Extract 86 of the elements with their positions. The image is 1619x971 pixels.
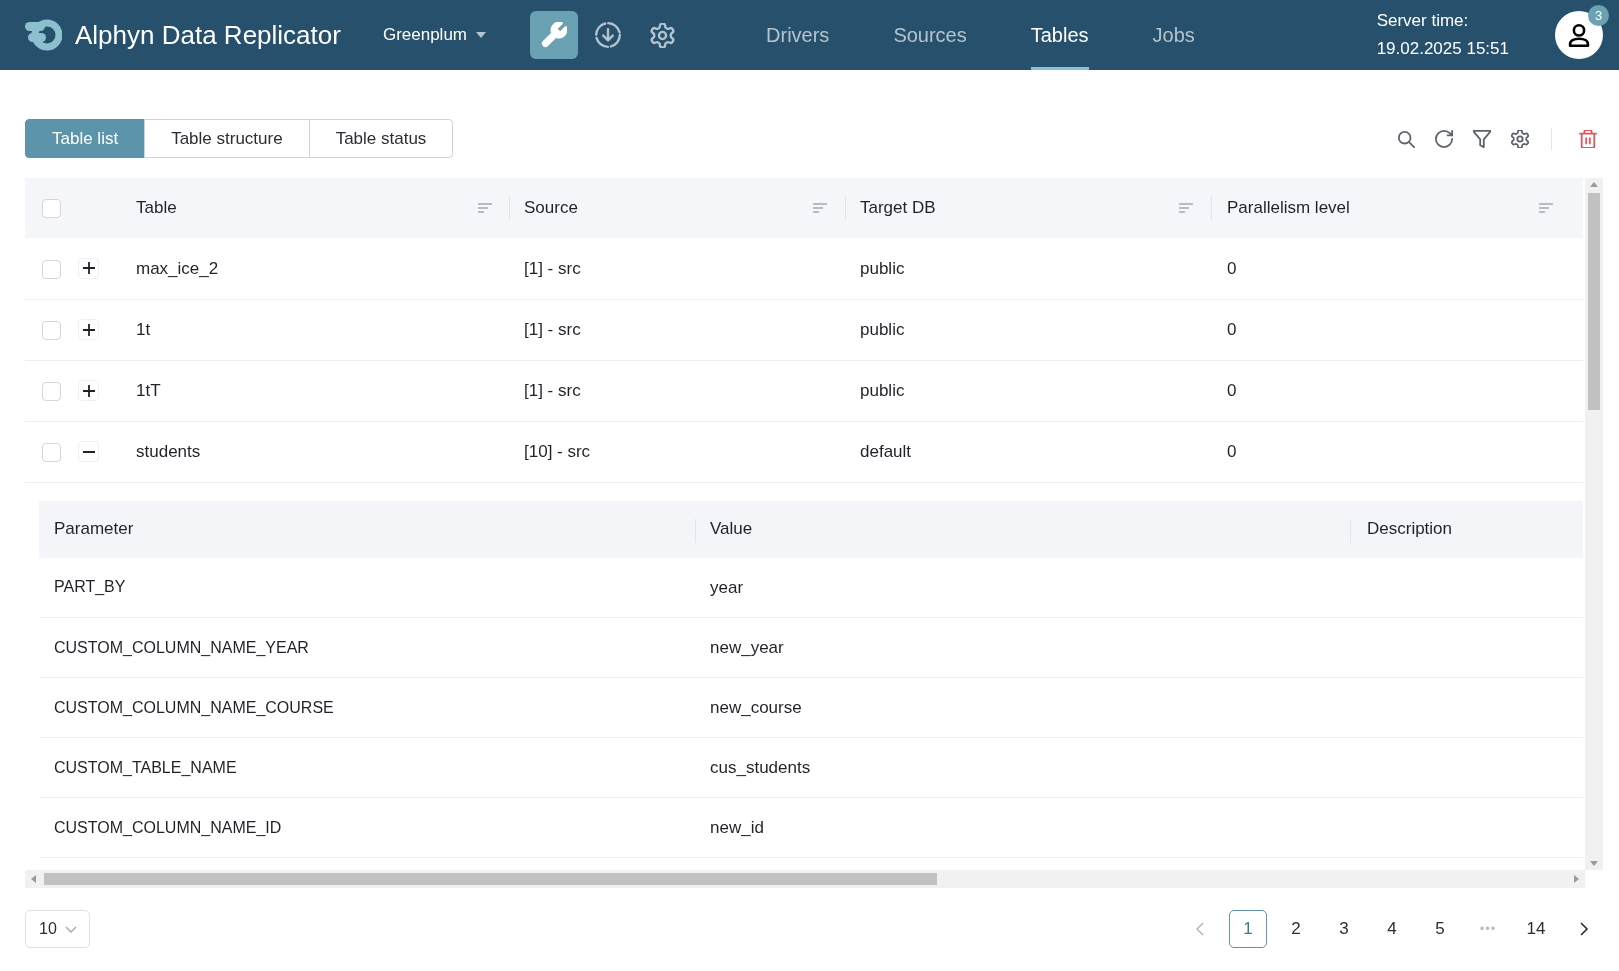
up-triangle-icon	[1590, 182, 1598, 187]
wrench-icon	[541, 22, 568, 48]
column-header: Source	[524, 197, 578, 220]
expand-button[interactable]	[78, 257, 99, 279]
table-cell: [1] - src	[509, 360, 845, 421]
app-title: Alphyn Data Replicator	[75, 18, 341, 52]
table-cell: CUSTOM_COLUMN_NAME_YEAR	[39, 617, 695, 678]
checkbox[interactable]	[42, 320, 61, 340]
table-cell: max_ice_2	[111, 238, 509, 299]
checkbox[interactable]	[42, 381, 61, 401]
server-time-label: Server time:	[1376, 10, 1470, 32]
table-cell: year	[695, 557, 1350, 618]
table-cell: public	[845, 238, 1211, 299]
table-cell: 0	[1211, 360, 1583, 421]
table-cell: 1t	[111, 299, 509, 360]
table-cell: default	[845, 421, 1211, 482]
wrench-button[interactable]	[530, 11, 579, 59]
column-header: Value	[710, 519, 753, 539]
server-time: 19.02.2025 15:51	[1376, 38, 1509, 60]
caret-down-icon	[476, 32, 487, 38]
user-avatar-button[interactable]	[1555, 11, 1603, 59]
column-header: Parallelism level	[1227, 197, 1350, 220]
expand-button[interactable]	[78, 380, 99, 401]
settings-icon	[1511, 129, 1529, 148]
expand-button[interactable]	[78, 441, 99, 462]
logo-icon	[25, 18, 62, 52]
minus-icon	[82, 450, 95, 453]
search-icon	[1397, 129, 1415, 148]
page-link[interactable]: 4	[1373, 910, 1411, 948]
user-icon	[1568, 23, 1590, 47]
checkbox[interactable]	[42, 442, 61, 462]
page-size-select[interactable]: 10	[25, 910, 90, 948]
scrollbar-thumb[interactable]	[1588, 193, 1600, 410]
table-cell: CUSTOM_COLUMN_NAME_COURSE	[39, 677, 695, 738]
view-tab[interactable]: Table status	[308, 119, 454, 158]
nav-tab[interactable]: Sources	[893, 0, 967, 70]
column-header: Parameter	[54, 519, 134, 539]
plus-icon	[82, 323, 95, 336]
column-header: Target DB	[860, 197, 936, 220]
settings-icon	[649, 22, 675, 48]
view-tab[interactable]: Table structure	[144, 119, 310, 158]
left-triangle-icon	[31, 875, 36, 883]
delete-icon	[1579, 129, 1597, 148]
horizontal-scrollbar[interactable]	[25, 870, 1585, 888]
table-cell: CUSTOM_COLUMN_NAME_ID	[39, 797, 695, 858]
page-link[interactable]: 1	[1229, 910, 1267, 948]
checkbox[interactable]	[42, 259, 61, 279]
table-cell: [1] - src	[509, 238, 845, 299]
scrollbar-thumb[interactable]	[44, 873, 937, 885]
chevron-down-icon	[64, 925, 77, 933]
notification-badge: 3	[1588, 5, 1609, 26]
table-cell: PART_BY	[39, 557, 695, 618]
table-cell: 0	[1211, 421, 1583, 482]
page-link[interactable]: 2	[1277, 910, 1315, 948]
database-dropdown[interactable]: Greenplum	[376, 18, 493, 52]
right-triangle-icon	[1574, 875, 1579, 883]
plus-icon	[82, 262, 95, 275]
table-cell: public	[845, 360, 1211, 421]
table-cell: [10] - src	[509, 421, 845, 482]
expand-button[interactable]	[78, 319, 99, 340]
table-cell: CUSTOM_TABLE_NAME	[39, 737, 695, 798]
download-icon	[595, 22, 622, 48]
table-cell: 0	[1211, 238, 1583, 299]
page-link[interactable]: 14	[1517, 910, 1555, 948]
table-cell: [1] - src	[509, 299, 845, 360]
page-link[interactable]: 5	[1421, 910, 1459, 948]
table-cell: 0	[1211, 299, 1583, 360]
table-cell: new_id	[695, 797, 1350, 858]
table-cell: new_year	[695, 617, 1350, 678]
plus-icon	[82, 384, 95, 397]
nav-tab[interactable]: Jobs	[1152, 0, 1195, 70]
checkbox[interactable]	[42, 199, 61, 219]
filter-icon	[1473, 129, 1491, 148]
column-header: Table	[136, 197, 177, 220]
down-triangle-icon	[1590, 861, 1598, 866]
nav-tab[interactable]: Tables	[1030, 0, 1089, 70]
table-cell: 1tT	[111, 360, 509, 421]
nav-tab[interactable]: Drivers	[766, 0, 830, 70]
table-cell: students	[111, 421, 509, 482]
refresh-icon	[1435, 129, 1453, 148]
column-header: Description	[1367, 519, 1453, 539]
page-link[interactable]: 3	[1325, 910, 1363, 948]
vertical-scrollbar[interactable]	[1585, 178, 1603, 870]
table-cell: public	[845, 299, 1211, 360]
table-cell: cus_students	[695, 737, 1350, 798]
table-cell: new_course	[695, 677, 1350, 738]
